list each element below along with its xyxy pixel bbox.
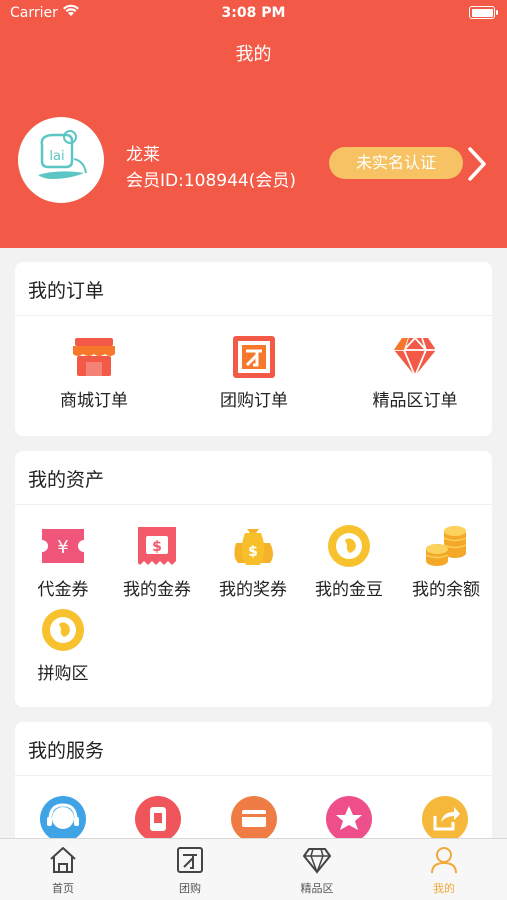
group-buy-tab-icon: [177, 847, 203, 873]
shop-icon: [73, 338, 115, 376]
diamond-tab-icon: [303, 848, 331, 875]
svg-text:$: $: [152, 539, 162, 555]
orders-card: 我的订单 商城订单 团购订单 精品区订单: [15, 262, 492, 436]
diamond-icon: [394, 336, 436, 379]
assets-card: 我的资产 ¥ 代金券 $ 我的金券 $ 我的奖券 我的金豆 我的余额 拼购区: [15, 451, 492, 707]
group-buy-icon: [233, 336, 275, 378]
order-item-label: 精品区订单: [372, 391, 458, 411]
order-item-boutique[interactable]: 精品区订单: [355, 334, 475, 411]
assets-title: 我的资产: [28, 469, 105, 491]
service-item-phone[interactable]: [135, 796, 181, 842]
member-id: 会员ID:108944(会员): [126, 171, 296, 191]
avatar-text: lai: [49, 149, 64, 164]
coins-icon: [425, 526, 467, 566]
tab-label: 我的: [433, 882, 455, 895]
tab-bar: 首页 团购 精品区 我的: [0, 838, 507, 900]
svg-text:$: $: [248, 544, 258, 560]
phone-icon: [135, 796, 181, 842]
profile-header: Carrier 3:08 PM 我的 lai 龙莱 会员ID:108944(会员…: [0, 0, 507, 248]
divider: [15, 775, 492, 776]
orders-title: 我的订单: [28, 280, 105, 302]
tab-group-buy[interactable]: 团购: [140, 845, 240, 896]
divider: [15, 315, 492, 316]
service-item-customer-service[interactable]: [40, 796, 86, 842]
asset-item-gold-ticket[interactable]: $ 我的金券: [115, 523, 199, 600]
service-item-share[interactable]: [422, 796, 468, 842]
tab-label: 首页: [52, 882, 74, 895]
asset-item-gold-bean[interactable]: 我的金豆: [307, 523, 391, 600]
asset-item-label: 拼购区: [37, 664, 89, 684]
order-item-label: 团购订单: [220, 391, 288, 411]
order-item-group-buy[interactable]: 团购订单: [199, 334, 309, 411]
svg-text:¥: ¥: [57, 537, 68, 558]
chevron-right-icon[interactable]: [462, 145, 490, 183]
status-time: 3:08 PM: [221, 5, 286, 21]
gold-ticket-icon: $: [138, 527, 176, 565]
service-item-favorite[interactable]: [326, 796, 372, 842]
card-icon: [231, 796, 277, 842]
customer-service-icon: [40, 796, 86, 842]
group-purchase-icon: [42, 609, 84, 651]
service-item-card[interactable]: [231, 796, 277, 842]
gold-bean-icon: [328, 525, 370, 567]
tab-mine[interactable]: 我的: [394, 845, 494, 896]
avatar-logo-icon: lai: [38, 130, 87, 179]
divider: [15, 504, 492, 505]
user-name: 龙莱: [126, 145, 160, 165]
person-icon: [431, 847, 457, 874]
battery-icon: [469, 6, 498, 19]
home-icon: [50, 847, 76, 873]
status-bar: Carrier 3:08 PM: [0, 0, 507, 26]
tab-label: 精品区: [300, 882, 334, 895]
verify-status-button[interactable]: 未实名认证: [329, 147, 463, 179]
voucher-icon: ¥: [42, 529, 84, 563]
page-title: 我的: [235, 44, 272, 65]
order-item-mall[interactable]: 商城订单: [39, 334, 149, 411]
tab-home[interactable]: 首页: [13, 845, 113, 896]
asset-item-label: 我的奖券: [219, 580, 287, 600]
asset-item-label: 我的余额: [412, 580, 480, 600]
share-icon: [422, 796, 468, 842]
tab-boutique[interactable]: 精品区: [267, 845, 367, 896]
asset-item-voucher[interactable]: ¥ 代金券: [21, 523, 105, 600]
avatar[interactable]: lai: [18, 117, 104, 203]
services-title: 我的服务: [28, 740, 105, 762]
asset-item-label: 我的金豆: [315, 580, 383, 600]
asset-item-lottery[interactable]: $ 我的奖券: [211, 523, 295, 600]
order-item-label: 商城订单: [60, 391, 128, 411]
tab-label: 团购: [179, 882, 201, 895]
asset-item-label: 代金券: [37, 580, 89, 600]
star-icon: [326, 796, 372, 842]
asset-item-balance[interactable]: 我的余额: [403, 523, 489, 600]
asset-item-group-purchase[interactable]: 拼购区: [21, 607, 105, 684]
money-bags-icon: $: [234, 529, 273, 565]
asset-item-label: 我的金券: [123, 580, 191, 600]
